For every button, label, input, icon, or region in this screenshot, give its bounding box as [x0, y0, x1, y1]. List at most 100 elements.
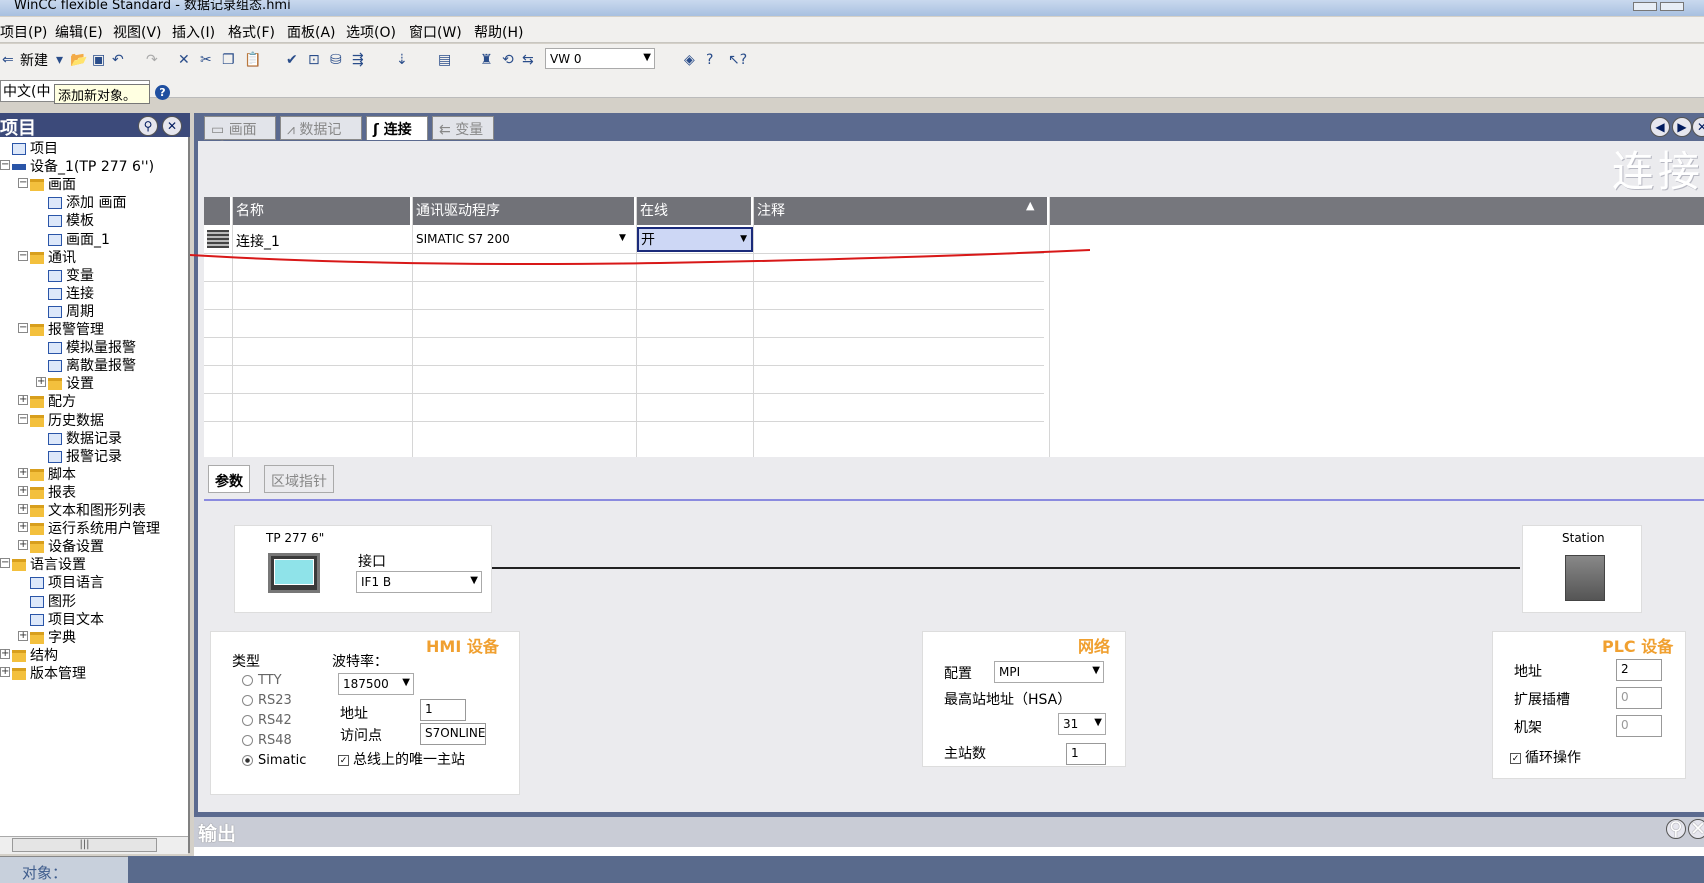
tree-item[interactable]: 语言设置	[12, 554, 86, 574]
menu-panel[interactable]: 面板(A)	[287, 22, 336, 42]
expansion-slot-input[interactable]: 0	[1616, 687, 1662, 709]
column-online[interactable]: 在线	[636, 197, 753, 225]
hsa-select[interactable]: 31 ▼	[1058, 713, 1106, 735]
type-rs485-radio[interactable]: RS48	[242, 733, 292, 748]
tab-connections[interactable]: ʃ 连接	[366, 116, 428, 140]
tree-item[interactable]: 报警管理	[30, 319, 104, 339]
tree-item[interactable]: 周期	[48, 301, 94, 321]
expand-icon[interactable]: +	[18, 485, 28, 496]
tag-select[interactable]: VW 0 ▼	[545, 48, 655, 69]
delete-icon[interactable]: ✕	[178, 52, 190, 68]
expand-icon[interactable]: +	[18, 540, 28, 551]
masters-input[interactable]: 1	[1066, 743, 1106, 765]
nav-right-icon[interactable]: ▶	[1672, 117, 1692, 137]
tab-parameters[interactable]: 参数	[208, 465, 250, 493]
type-simatic-radio[interactable]: Simatic	[242, 753, 306, 768]
collapse-icon[interactable]: −	[18, 178, 28, 189]
tree-item[interactable]: 版本管理	[12, 663, 86, 683]
save-icon[interactable]: ▣	[92, 52, 105, 68]
undo-icon[interactable]: ↶	[112, 52, 124, 68]
menu-insert[interactable]: 插入(I)	[172, 22, 215, 42]
tree-item[interactable]: 脚本	[30, 464, 76, 484]
library-icon[interactable]: ◈	[684, 52, 695, 68]
maximize-button[interactable]	[1660, 2, 1684, 11]
chevron-down-icon[interactable]: ▼	[619, 233, 626, 243]
expand-icon[interactable]: +	[18, 630, 28, 641]
pin-icon[interactable]: ⚲	[1666, 819, 1686, 839]
tab-data-log[interactable]: ⩘ 数据记录	[280, 116, 362, 158]
device-icon[interactable]: ▤	[438, 52, 451, 68]
collapse-icon[interactable]: −	[18, 323, 28, 333]
menu-view[interactable]: 视图(V)	[113, 22, 162, 42]
tree-item[interactable]: 模拟量报警	[48, 337, 136, 357]
column-name[interactable]: 名称	[232, 197, 412, 225]
tree-item[interactable]: 文本和图形列表	[30, 500, 146, 520]
type-rs422-radio[interactable]: RS42	[242, 713, 292, 728]
dropdown-arrow-icon[interactable]: ▾	[56, 52, 63, 68]
only-master-checkbox[interactable]: ✓ 总线上的唯一主站	[338, 749, 465, 769]
tree-item[interactable]: 添加 画面	[48, 192, 126, 212]
expand-icon[interactable]: +	[18, 504, 28, 514]
tree-item[interactable]: 报警记录	[48, 446, 122, 466]
cyclic-operation-checkbox[interactable]: ✓ 循环操作	[1510, 747, 1581, 767]
tree-item[interactable]: 模板	[48, 210, 94, 230]
tree-item[interactable]: 历史数据	[30, 410, 104, 430]
tree-item[interactable]: 连接	[48, 283, 94, 303]
open-icon[interactable]: 📂	[70, 52, 87, 68]
cut-icon[interactable]: ✂	[200, 52, 212, 68]
expand-icon[interactable]: +	[18, 395, 28, 406]
type-tty-radio[interactable]: TTY	[242, 673, 282, 688]
minimize-button[interactable]	[1633, 2, 1657, 11]
tree-item[interactable]: 结构	[12, 645, 58, 665]
tab-screen-1[interactable]: ▭ 画面_1	[204, 116, 276, 155]
column-driver[interactable]: 通讯驱动程序	[412, 197, 636, 225]
tree-item[interactable]: 画面_1	[48, 229, 110, 249]
menu-help[interactable]: 帮助(H)	[474, 22, 523, 42]
profile-select[interactable]: MPI ▼	[994, 661, 1104, 683]
tree-item[interactable]: 字典	[30, 627, 76, 647]
start-runtime-icon[interactable]: ⛁	[330, 52, 342, 68]
context-help-icon[interactable]: ↖?	[728, 52, 747, 68]
menu-options[interactable]: 选项(O)	[346, 22, 396, 42]
expand-icon[interactable]: +	[36, 377, 46, 388]
help-icon[interactable]: ?	[155, 85, 170, 100]
expand-icon[interactable]: +	[0, 666, 10, 677]
tree-item[interactable]: 设置	[48, 373, 94, 393]
simulator-icon[interactable]: ⇶	[352, 52, 364, 68]
check-icon[interactable]: ✔	[286, 52, 298, 68]
generate-icon[interactable]: ⊡	[308, 52, 320, 68]
tree-item[interactable]: 画面	[30, 174, 76, 194]
expand-icon[interactable]: +	[18, 522, 28, 533]
scrollbar-thumb[interactable]: |||	[12, 838, 157, 852]
close-icon[interactable]: ✕	[162, 116, 182, 136]
expand-icon[interactable]: +	[0, 648, 10, 659]
access-point-input[interactable]: S7ONLINE	[420, 723, 486, 745]
tree-item[interactable]: 离散量报警	[48, 355, 136, 375]
menu-format[interactable]: 格式(F)	[228, 22, 275, 42]
tab-area-pointers[interactable]: 区域指针	[264, 465, 334, 493]
help-icon[interactable]: ?	[706, 52, 713, 68]
new-button[interactable]: 新建	[20, 50, 48, 70]
collapse-icon[interactable]: −	[18, 413, 28, 424]
tab-tags[interactable]: ⇇ 变量	[432, 116, 494, 140]
download-icon[interactable]: ⇣	[396, 52, 408, 68]
nav-left-icon[interactable]: ◀	[1650, 117, 1670, 137]
close-editor-icon[interactable]: ✕	[1692, 117, 1704, 137]
menu-edit[interactable]: 编辑(E)	[55, 22, 103, 42]
collapse-icon[interactable]: −	[0, 558, 10, 569]
replace-icon[interactable]: ⟲	[502, 52, 514, 68]
column-comment[interactable]: 注释	[753, 197, 1049, 225]
tree-item[interactable]: 设备_1(TP 277 6'')	[12, 156, 154, 176]
tree-item[interactable]: 数据记录	[48, 428, 122, 448]
menu-window[interactable]: 窗口(W)	[409, 22, 462, 42]
tree-item[interactable]: 项目文本	[30, 609, 104, 629]
new-icon[interactable]: ⇐	[2, 52, 14, 68]
tree-item[interactable]: 变量	[48, 265, 94, 285]
paste-icon[interactable]: 📋	[244, 52, 261, 68]
hmi-address-input[interactable]: 1	[420, 699, 466, 721]
tree-item[interactable]: 运行系统用户管理	[30, 518, 160, 538]
driver-cell[interactable]: SIMATIC S7 200	[416, 232, 510, 246]
interface-select[interactable]: IF1 B ▼	[356, 571, 482, 593]
tree-item[interactable]: 图形	[30, 591, 76, 611]
baud-select[interactable]: 187500 ▼	[338, 673, 414, 695]
